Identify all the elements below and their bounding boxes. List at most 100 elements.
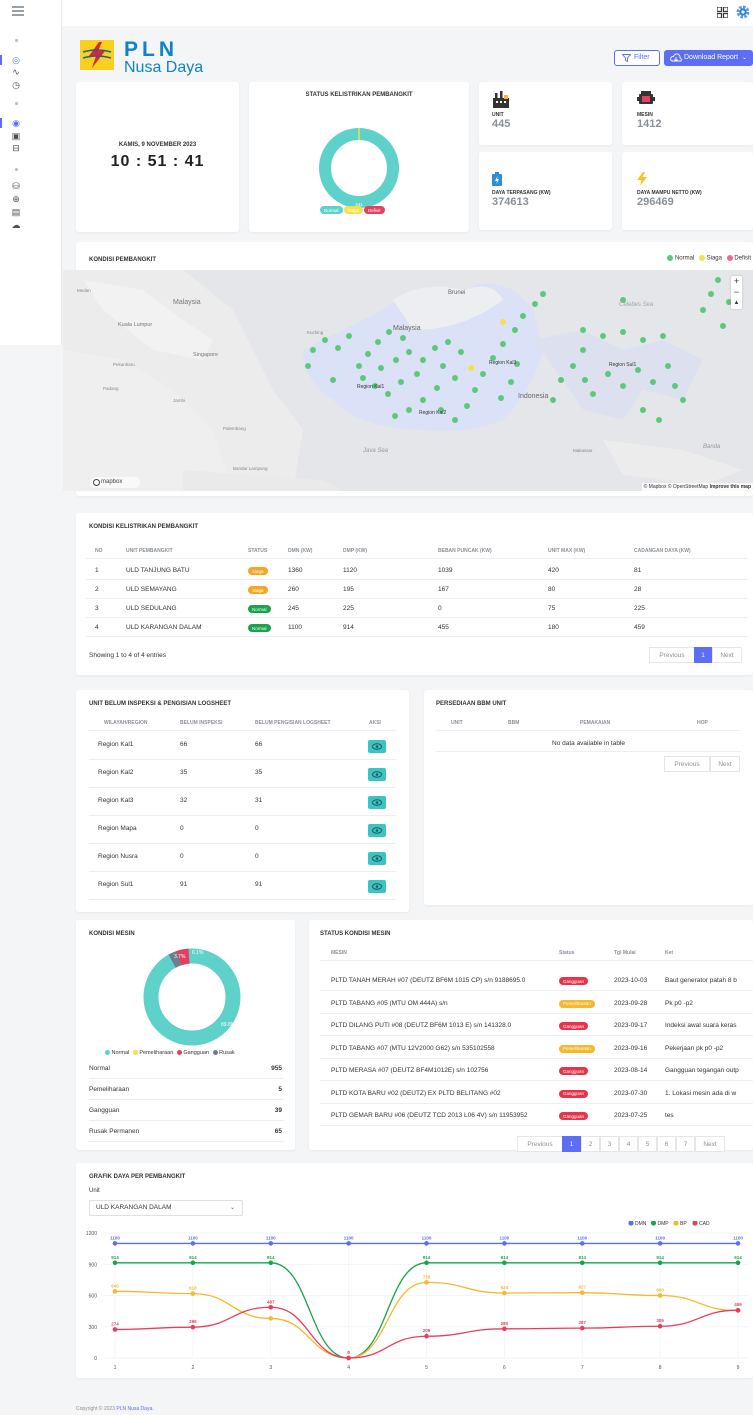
- data-point-bp[interactable]: [579, 1290, 585, 1295]
- view-button[interactable]: [368, 852, 386, 865]
- col-mesin[interactable]: MESIN: [331, 950, 347, 956]
- data-point-dmn[interactable]: [579, 1241, 585, 1246]
- col-no[interactable]: NO: [95, 548, 103, 554]
- view-button[interactable]: [368, 768, 386, 781]
- improve-map-link[interactable]: Improve this map: [710, 484, 751, 490]
- data-point-dmp[interactable]: [268, 1260, 274, 1266]
- target-icon[interactable]: ◉: [11, 118, 21, 128]
- dashboard-icon[interactable]: ◎: [11, 55, 21, 65]
- page-button[interactable]: 3: [600, 1136, 619, 1152]
- legend-label-dmn[interactable]: DMN: [635, 1221, 647, 1227]
- data-point-cad[interactable]: [346, 1355, 351, 1361]
- previous-button[interactable]: Previous: [649, 647, 695, 663]
- data-point-dmn[interactable]: [346, 1241, 351, 1246]
- data-point-dmp[interactable]: [657, 1260, 663, 1266]
- page-button[interactable]: 6: [657, 1136, 676, 1152]
- menu-icon[interactable]: [12, 6, 24, 16]
- zoom-out-button[interactable]: −: [731, 287, 742, 298]
- filter-button[interactable]: Filter: [614, 50, 660, 66]
- data-point-cad[interactable]: [579, 1325, 585, 1331]
- data-point-bp[interactable]: [190, 1291, 196, 1296]
- kondisi-mesin-link[interactable]: Normal: [89, 1065, 110, 1072]
- data-point-dmp[interactable]: [735, 1260, 741, 1266]
- col-dmp[interactable]: DMP (KW): [343, 548, 367, 554]
- col-bbm-unit[interactable]: UNIT: [451, 720, 463, 726]
- kondisi-mesin-link[interactable]: Gangguan: [89, 1107, 119, 1114]
- data-point-dmn[interactable]: [112, 1241, 118, 1246]
- data-point-bp[interactable]: [268, 1316, 274, 1321]
- globe-icon[interactable]: ⊕: [11, 194, 21, 204]
- unit-link[interactable]: ULD KARANGAN DALAM: [126, 624, 202, 631]
- legend-label-cad[interactable]: CAD: [699, 1221, 710, 1227]
- col-mesin-status[interactable]: Status: [559, 950, 574, 956]
- col-bbm-hop[interactable]: HOP: [697, 720, 708, 726]
- col-cadangan[interactable]: CADANGAN DAYA (KW): [634, 548, 691, 554]
- map-view[interactable]: Malaysia Malaysia Brunei Kuala Lumpur Si…: [63, 270, 753, 491]
- bbm-previous-button[interactable]: Previous: [664, 756, 710, 772]
- view-button[interactable]: [368, 824, 386, 837]
- page-button[interactable]: 4: [619, 1136, 638, 1152]
- page-button[interactable]: 1: [562, 1136, 581, 1152]
- document-icon[interactable]: ▤: [11, 207, 21, 217]
- col-dmn[interactable]: DMN (KW): [288, 548, 312, 554]
- cloud-upload-icon[interactable]: ☁: [11, 220, 21, 230]
- data-point-cad[interactable]: [112, 1327, 118, 1332]
- data-point-bp[interactable]: [502, 1290, 507, 1296]
- data-point-dmn[interactable]: [502, 1241, 507, 1246]
- view-button[interactable]: [368, 740, 386, 753]
- view-button[interactable]: [368, 880, 386, 893]
- next-button[interactable]: Next: [712, 647, 742, 663]
- folder-icon[interactable]: ▣: [11, 131, 21, 141]
- col-belum-inspeksi[interactable]: BELUM INSPEKSI: [180, 720, 223, 726]
- data-point-bp[interactable]: [657, 1293, 663, 1298]
- data-point-dmn[interactable]: [268, 1241, 274, 1246]
- page-button[interactable]: 7: [676, 1136, 695, 1152]
- data-point-cad[interactable]: [657, 1323, 663, 1329]
- data-point-bp[interactable]: [112, 1289, 118, 1294]
- unit-link[interactable]: ULD SEDULANG: [126, 605, 177, 612]
- kondisi-mesin-link[interactable]: Rusak Permanen: [89, 1128, 139, 1135]
- page-1-button[interactable]: 1: [694, 647, 712, 663]
- data-point-bp[interactable]: [424, 1280, 429, 1285]
- col-status[interactable]: STATUS: [248, 548, 267, 554]
- previous-button[interactable]: Previous: [517, 1136, 563, 1152]
- page-button[interactable]: 2: [581, 1136, 600, 1152]
- data-point-dmn[interactable]: [424, 1241, 429, 1246]
- apps-grid-icon[interactable]: [717, 7, 728, 18]
- compass-icon[interactable]: ▲: [731, 298, 742, 309]
- data-point-dmn[interactable]: [190, 1241, 196, 1246]
- data-point-dmp[interactable]: [579, 1260, 585, 1266]
- col-unit-max[interactable]: UNIT MAX (KW): [548, 548, 585, 554]
- data-point-dmn[interactable]: [735, 1241, 741, 1246]
- inbox-icon[interactable]: ⊟: [11, 143, 21, 153]
- data-point-dmn[interactable]: [657, 1241, 663, 1246]
- data-point-cad[interactable]: [190, 1324, 196, 1330]
- unit-link[interactable]: ULD SEMAYANG: [126, 586, 177, 593]
- activity-icon[interactable]: ∿: [11, 67, 21, 77]
- next-button[interactable]: Next: [695, 1136, 725, 1152]
- legend-label-bp[interactable]: BP: [680, 1221, 687, 1227]
- data-point-cad[interactable]: [502, 1326, 507, 1332]
- page-button[interactable]: 5: [638, 1136, 657, 1152]
- col-tgl-mulai[interactable]: Tgl Mulai: [614, 950, 636, 956]
- data-point-cad[interactable]: [735, 1307, 741, 1313]
- database-icon[interactable]: ⛁: [11, 181, 21, 191]
- footer-company-link[interactable]: PLN Nusa Daya.: [116, 1406, 153, 1412]
- data-point-dmp[interactable]: [190, 1260, 196, 1266]
- data-point-cad[interactable]: [268, 1304, 274, 1310]
- col-unit[interactable]: UNIT PEMBANGKIT: [126, 548, 173, 554]
- unit-link[interactable]: ULD TANJUNG BATU: [126, 567, 190, 574]
- unit-select[interactable]: ULD KARANGAN DALAM ⌄: [89, 1200, 243, 1216]
- zoom-in-button[interactable]: +: [731, 276, 742, 287]
- view-button[interactable]: [368, 796, 386, 809]
- col-wilayah[interactable]: WILAYAH/REGION: [104, 720, 148, 726]
- kondisi-mesin-link[interactable]: Pemeliharaan: [89, 1086, 129, 1093]
- col-beban[interactable]: BEBAN PUNCAK (KW): [438, 548, 492, 554]
- bbm-next-button[interactable]: Next: [710, 756, 740, 772]
- col-ket[interactable]: Ket: [665, 950, 673, 956]
- col-bbm-pemakaian[interactable]: PEMAKAIAN: [580, 720, 610, 726]
- legend-label-dmp[interactable]: DMP: [658, 1221, 670, 1227]
- col-bbm-bbm[interactable]: BBM: [508, 720, 519, 726]
- gear-icon[interactable]: [735, 4, 751, 20]
- data-point-dmp[interactable]: [424, 1260, 429, 1266]
